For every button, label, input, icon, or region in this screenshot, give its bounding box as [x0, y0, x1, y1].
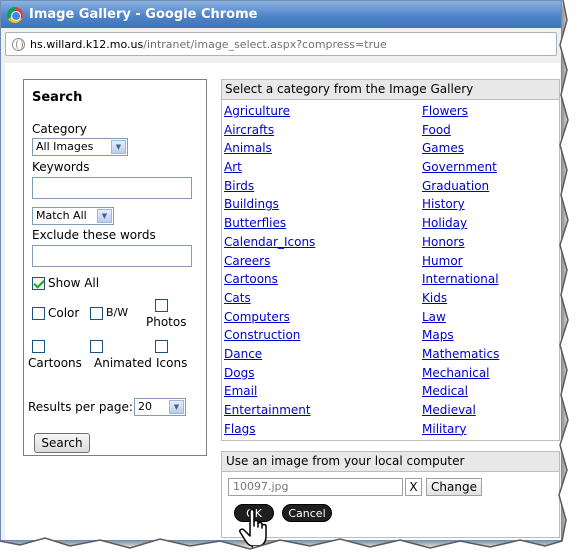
category-list-right: Flowers Food Games Government Graduation Hist…	[422, 102, 499, 438]
show-all-checkbox[interactable]	[32, 277, 45, 290]
local-image-header: Use an image from your local computer	[222, 452, 559, 472]
address-bar[interactable]: hs.willard.k12.mo.us/intranet/image_sele…	[5, 32, 557, 56]
category-link[interactable]: Mathematics	[422, 345, 499, 364]
file-path-input[interactable]: 10097.jpg	[228, 478, 403, 496]
search-panel: Search Category All Images ▼ Keywords Ma…	[23, 79, 207, 456]
title-bar: Image Gallery - Google Chrome	[1, 1, 561, 28]
category-link[interactable]: Graduation	[422, 177, 499, 196]
bw-label: B/W	[106, 306, 129, 319]
category-link[interactable]: Calendar_Icons	[224, 233, 315, 252]
color-checkbox[interactable]	[32, 307, 45, 320]
chevron-down-icon: ▼	[97, 209, 112, 223]
category-link[interactable]: Maps	[422, 326, 499, 345]
globe-icon	[12, 37, 25, 51]
category-link[interactable]: Butterflies	[224, 214, 315, 233]
category-select[interactable]: All Images ▼	[32, 138, 128, 156]
url-path: /intranet/image_select.aspx?compress=tru…	[143, 37, 387, 51]
results-per-page-value: 20	[138, 400, 152, 413]
bw-checkbox[interactable]	[90, 307, 103, 320]
browser-window: Image Gallery - Google Chrome hs.willard…	[0, 0, 562, 541]
animated-label: Animated	[94, 356, 152, 370]
show-all-label: Show All	[48, 276, 100, 290]
category-link[interactable]: Law	[422, 308, 499, 327]
category-link[interactable]: Dance	[224, 345, 315, 364]
exclude-input[interactable]	[32, 245, 192, 267]
match-select-value: Match All	[36, 209, 87, 222]
category-link[interactable]: Email	[224, 382, 315, 401]
cartoons-label: Cartoons	[28, 356, 82, 370]
window-title: Image Gallery - Google Chrome	[29, 7, 258, 22]
category-link[interactable]: Dogs	[224, 364, 315, 383]
photos-label: Photos	[146, 315, 187, 329]
category-link[interactable]: Agriculture	[224, 102, 315, 121]
page-content: Search Category All Images ▼ Keywords Ma…	[5, 63, 560, 540]
category-link[interactable]: International	[422, 270, 499, 289]
category-link[interactable]: Holiday	[422, 214, 499, 233]
category-link[interactable]: Medieval	[422, 401, 499, 420]
clear-file-button[interactable]: X	[405, 478, 422, 496]
category-link[interactable]: Games	[422, 139, 499, 158]
icons-checkbox[interactable]	[155, 340, 168, 353]
match-select[interactable]: Match All ▼	[32, 207, 114, 225]
category-link[interactable]: Food	[422, 121, 499, 140]
category-link[interactable]: Humor	[422, 252, 499, 271]
chrome-icon	[7, 6, 23, 23]
icons-label: Icons	[156, 356, 188, 370]
keywords-input[interactable]	[32, 177, 192, 199]
category-link[interactable]: Birds	[224, 177, 315, 196]
chevron-down-icon: ▼	[169, 400, 184, 414]
category-link[interactable]: Aircrafts	[224, 121, 315, 140]
category-link[interactable]: Government	[422, 158, 499, 177]
category-link[interactable]: Careers	[224, 252, 315, 271]
gallery-header: Select a category from the Image Gallery	[222, 80, 559, 100]
cartoons-checkbox[interactable]	[32, 340, 45, 353]
category-link[interactable]: Mechanical	[422, 364, 499, 383]
category-link[interactable]: History	[422, 195, 499, 214]
color-label: Color	[48, 306, 80, 320]
category-link[interactable]: Construction	[224, 326, 315, 345]
results-per-page-label: Results per page:	[28, 400, 133, 414]
category-link[interactable]: Military	[422, 420, 499, 439]
category-link[interactable]: Buildings	[224, 195, 315, 214]
keywords-label: Keywords	[32, 160, 90, 174]
category-link[interactable]: Art	[224, 158, 315, 177]
hand-cursor-icon	[239, 508, 267, 550]
category-link[interactable]: Kids	[422, 289, 499, 308]
exclude-label: Exclude these words	[32, 228, 156, 242]
category-link[interactable]: Cats	[224, 289, 315, 308]
change-button[interactable]: Change	[426, 478, 482, 496]
category-list-left: Agriculture Aircrafts Animals Art Birds Build…	[224, 102, 315, 438]
category-link[interactable]: Animals	[224, 139, 315, 158]
category-link[interactable]: Entertainment	[224, 401, 315, 420]
url-host: hs.willard.k12.mo.us	[30, 37, 144, 51]
category-link[interactable]: Computers	[224, 308, 315, 327]
chevron-down-icon: ▼	[111, 140, 126, 154]
category-link[interactable]: Medical	[422, 382, 499, 401]
category-label: Category	[32, 122, 87, 136]
category-link[interactable]: Flowers	[422, 102, 499, 121]
category-link[interactable]: Cartoons	[224, 270, 315, 289]
category-select-value: All Images	[36, 140, 94, 153]
cancel-button[interactable]: Cancel	[282, 504, 332, 522]
search-title: Search	[32, 90, 83, 105]
photos-checkbox[interactable]	[155, 299, 168, 312]
animated-checkbox[interactable]	[90, 340, 103, 353]
search-button[interactable]: Search	[34, 433, 90, 453]
category-link[interactable]: Honors	[422, 233, 499, 252]
category-link[interactable]: Flags	[224, 420, 315, 439]
results-per-page-select[interactable]: 20 ▼	[134, 398, 186, 416]
gallery-panel: Select a category from the Image Gallery…	[221, 79, 560, 441]
